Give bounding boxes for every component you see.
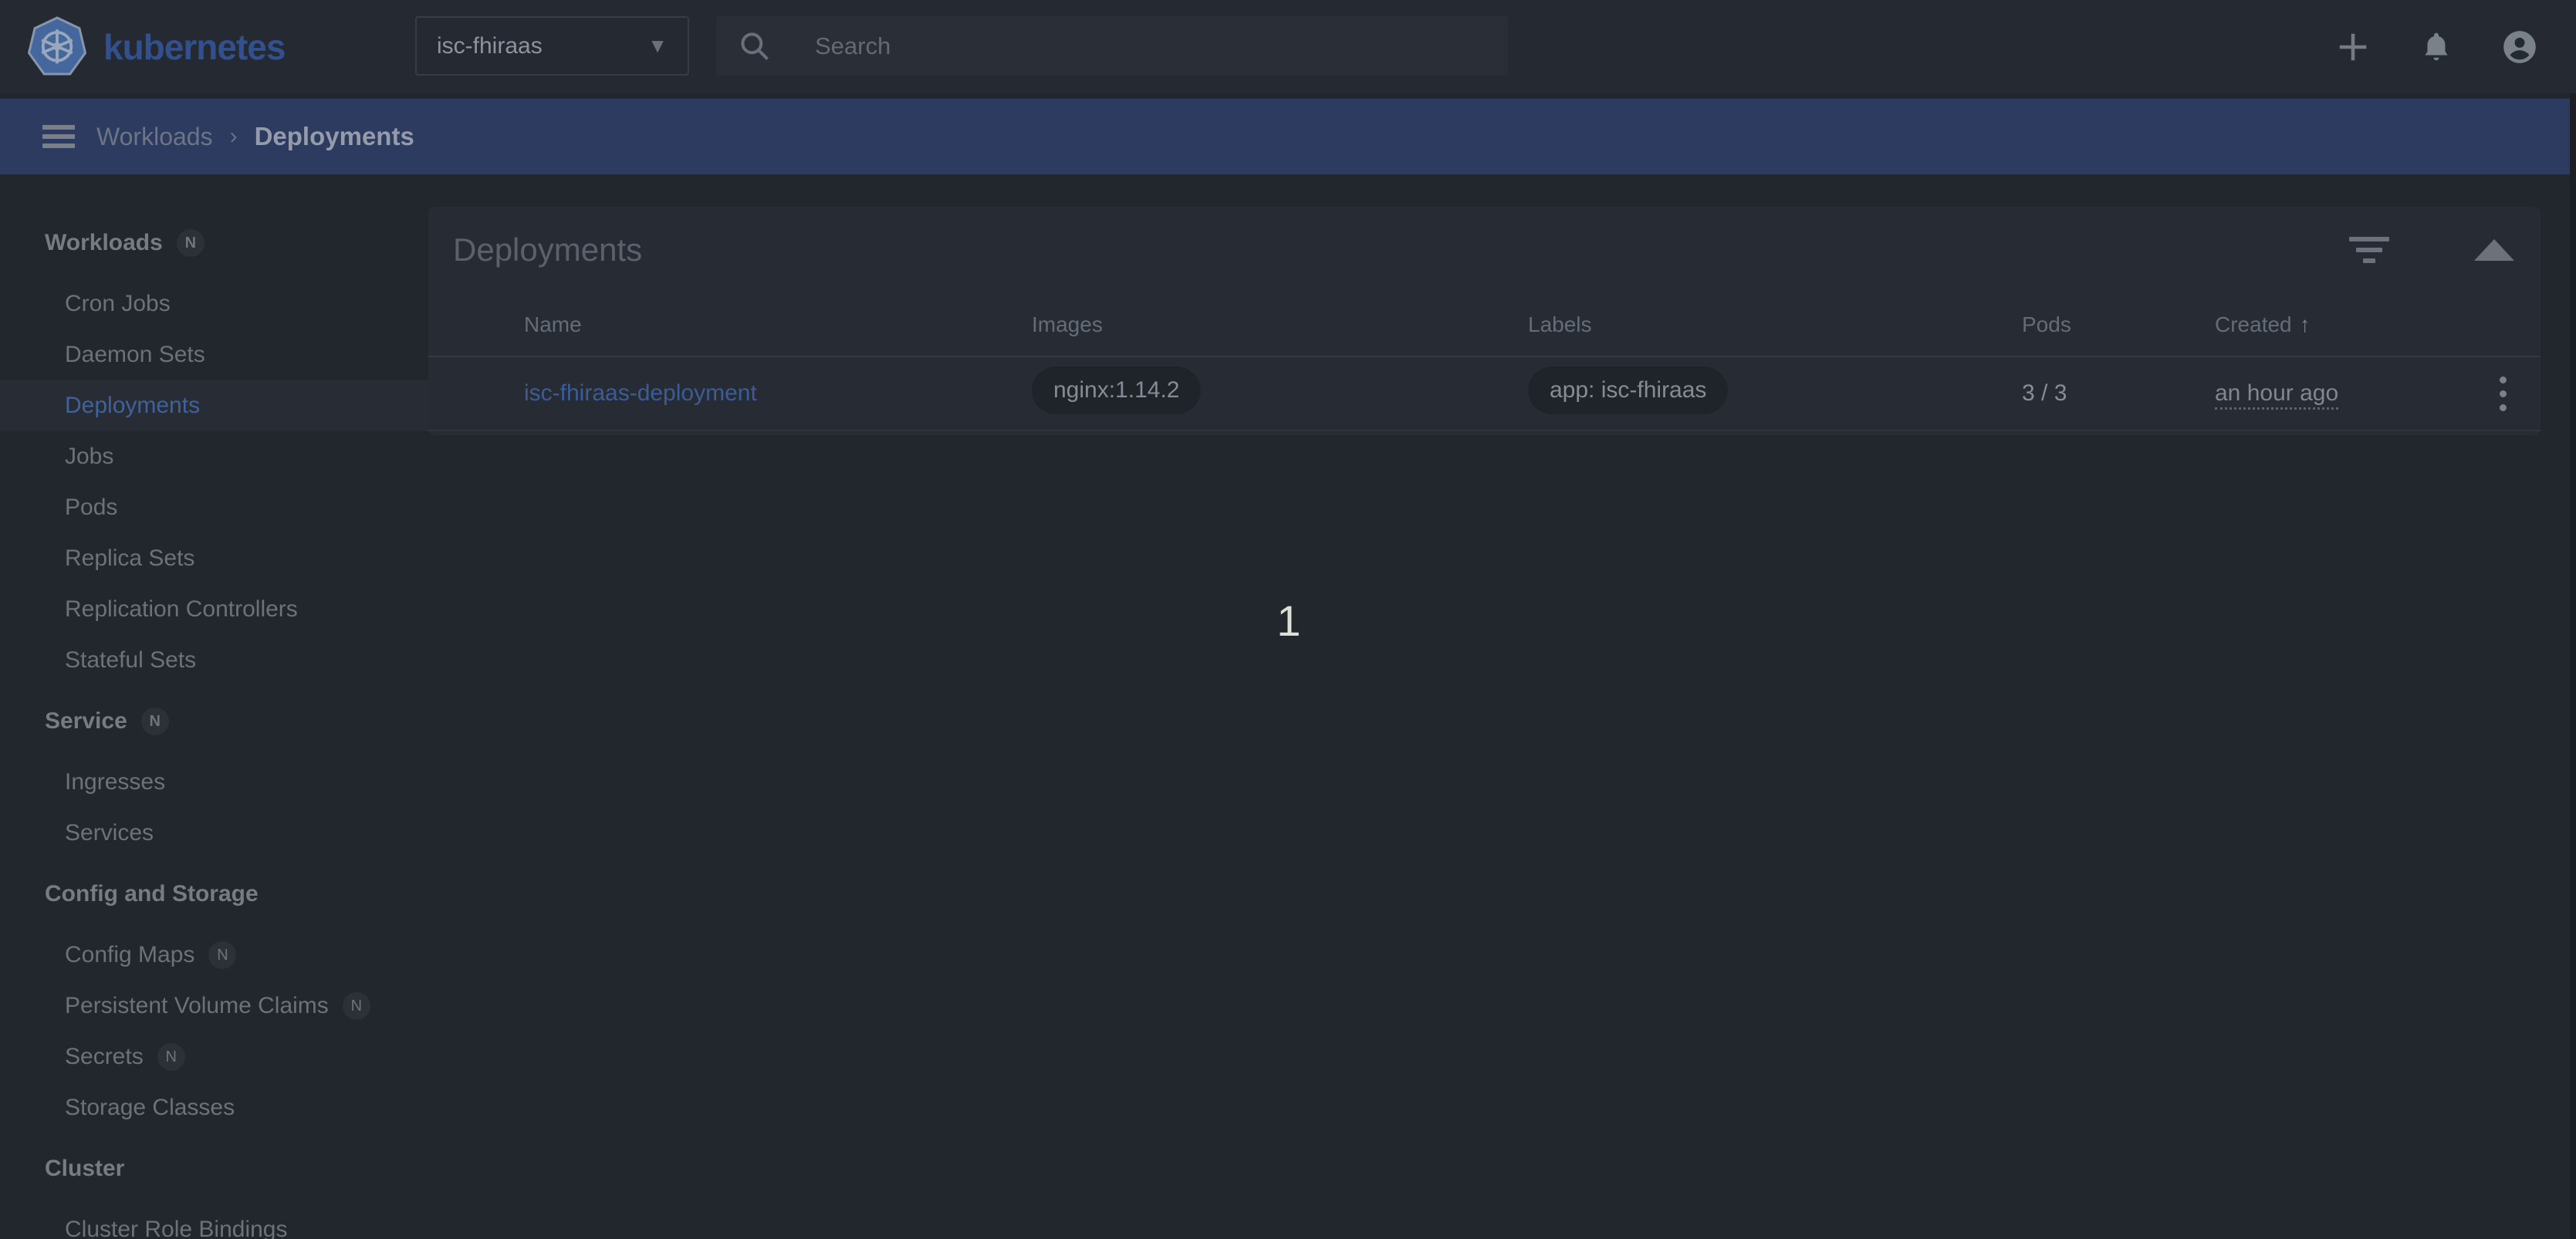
sidebar-item-label: Config Maps: [65, 942, 194, 968]
sort-ascending-icon: ↑: [2300, 312, 2311, 336]
sidebar-item-label: Services: [65, 820, 154, 846]
kubernetes-logo-icon: [28, 16, 86, 78]
sidebar-header-label: Workloads: [45, 230, 163, 256]
label-chip: app: isc-fhiraas: [1528, 366, 1728, 414]
table-header-row: Name Images Labels Pods Created↑: [428, 293, 2541, 357]
new-badge: N: [157, 1043, 185, 1071]
topbar-actions: [2334, 0, 2539, 93]
column-header-labels[interactable]: Labels: [1528, 312, 2022, 337]
page-number: 1: [1266, 596, 1312, 646]
sidebar-item-label: Jobs: [65, 444, 113, 470]
sidebar-item-label: Persistent Volume Claims: [65, 993, 329, 1019]
sidebar-item-ingresses[interactable]: Ingresses: [0, 757, 428, 808]
sidebar-item-storage-classes[interactable]: Storage Classes: [0, 1082, 428, 1133]
sidebar-item-label: Secrets: [65, 1044, 144, 1070]
plus-icon[interactable]: [2334, 28, 2372, 66]
sidebar-item-pods[interactable]: Pods: [0, 482, 428, 533]
sidebar-section-service: Service N Ingresses Services: [0, 696, 428, 859]
sidebar-item-cron-jobs[interactable]: Cron Jobs: [0, 279, 428, 329]
sidebar-item-daemon-sets[interactable]: Daemon Sets: [0, 329, 428, 380]
sidebar-header-cluster: Cluster: [0, 1143, 428, 1194]
hamburger-icon[interactable]: [42, 120, 75, 153]
filter-icon[interactable]: [2349, 231, 2389, 269]
account-icon[interactable]: [2500, 28, 2539, 66]
column-header-created[interactable]: Created↑: [2215, 312, 2466, 337]
sidebar-item-cluster-role-bindings[interactable]: Cluster Role Bindings: [0, 1204, 428, 1239]
kubernetes-logo[interactable]: kubernetes: [28, 16, 285, 78]
sidebar-item-label: Cluster Role Bindings: [65, 1217, 287, 1239]
namespace-selector-value: isc-fhiraas: [437, 33, 647, 59]
breadcrumb-workloads[interactable]: Workloads: [96, 123, 213, 151]
sidebar-header-workloads: Workloads N: [0, 218, 428, 268]
new-badge: N: [177, 229, 205, 257]
breadcrumb-deployments: Deployments: [255, 122, 414, 151]
app-title: kubernetes: [103, 26, 285, 68]
sidebar-item-secrets[interactable]: Secrets N: [0, 1031, 428, 1082]
sidebar-item-stateful-sets[interactable]: Stateful Sets: [0, 635, 428, 686]
breadcrumb-bar: Workloads › Deployments: [0, 99, 2570, 174]
sidebar-item-persistent-volume-claims[interactable]: Persistent Volume Claims N: [0, 981, 428, 1031]
image-chip: nginx:1.14.2: [1032, 366, 1201, 414]
sidebar-item-replica-sets[interactable]: Replica Sets: [0, 533, 428, 584]
new-badge: N: [141, 707, 169, 735]
sidebar-item-jobs[interactable]: Jobs: [0, 431, 428, 482]
sidebar-item-label: Cron Jobs: [65, 291, 171, 317]
pods-count: 3 / 3: [2022, 380, 2215, 407]
sidebar-item-replication-controllers[interactable]: Replication Controllers: [0, 584, 428, 635]
breadcrumb-separator-icon: ›: [230, 123, 238, 150]
sidebar-item-label: Replica Sets: [65, 545, 194, 572]
created-time: an hour ago: [2215, 380, 2466, 407]
search-input[interactable]: [815, 32, 1432, 60]
table-row[interactable]: isc-fhiraas-deployment nginx:1.14.2 app:…: [428, 357, 2541, 431]
sidebar-header-label: Config and Storage: [45, 881, 259, 907]
sidebar-nav: Workloads N Cron Jobs Daemon Sets Deployment…: [0, 174, 428, 1239]
top-app-bar: kubernetes isc-fhiraas ▼: [0, 0, 2576, 93]
sidebar-header-label: Service: [45, 708, 127, 734]
search-bar[interactable]: [716, 16, 1508, 76]
sidebar-item-label: Pods: [65, 495, 117, 521]
collapse-arrow-icon[interactable]: [2474, 239, 2514, 261]
sidebar-header-config-and-storage: Config and Storage: [0, 869, 428, 920]
column-header-name[interactable]: Name: [497, 312, 1032, 337]
sidebar-section-cluster: Cluster Cluster Role Bindings: [0, 1143, 428, 1239]
sidebar-header-service: Service N: [0, 696, 428, 747]
column-header-images[interactable]: Images: [1032, 312, 1528, 337]
sidebar-item-config-maps[interactable]: Config Maps N: [0, 930, 428, 981]
deployments-card: Deployments Name Images Labels Pods Crea…: [428, 207, 2541, 435]
sidebar-item-label: Daemon Sets: [65, 342, 205, 368]
sidebar-item-label: Stateful Sets: [65, 647, 196, 674]
sidebar-section-config-and-storage: Config and StorageConfig MapsNPersistent…: [0, 869, 428, 1133]
sidebar-section-workloads: Workloads N Cron Jobs Daemon Sets Deployment…: [0, 218, 428, 686]
sidebar-item-deployments[interactable]: Deployments: [0, 380, 428, 431]
search-icon: [738, 29, 772, 63]
sidebar-item-services[interactable]: Services: [0, 808, 428, 859]
sidebar-item-label: Deployments: [65, 393, 200, 419]
card-title: Deployments: [453, 231, 2349, 268]
new-badge: N: [208, 941, 236, 969]
namespace-selector[interactable]: isc-fhiraas ▼: [415, 16, 689, 76]
scrollbar-track[interactable]: [2570, 93, 2576, 1239]
sidebar-item-label: Replication Controllers: [65, 596, 298, 623]
deployment-name-link[interactable]: isc-fhiraas-deployment: [497, 380, 1032, 407]
sidebar-item-label: Ingresses: [65, 769, 165, 795]
bell-icon[interactable]: [2417, 28, 2456, 66]
new-badge: N: [343, 992, 370, 1020]
sidebar-header-label: Cluster: [45, 1156, 124, 1182]
sidebar-item-label: Storage Classes: [65, 1095, 235, 1121]
chevron-down-icon: ▼: [647, 34, 668, 58]
kebab-menu-icon[interactable]: [2492, 369, 2514, 419]
column-header-pods[interactable]: Pods: [2022, 312, 2215, 337]
card-header: Deployments: [428, 207, 2541, 293]
